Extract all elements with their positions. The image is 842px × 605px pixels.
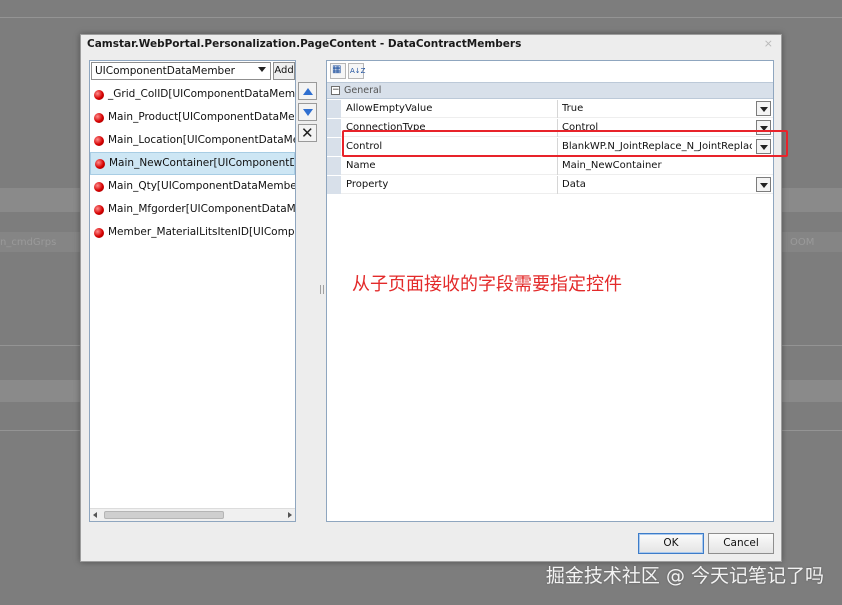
member-label: Main_Location[UIComponentDataMember]: [108, 134, 295, 146]
row-gutter: [327, 157, 341, 175]
property-row[interactable]: Property Data: [327, 176, 773, 194]
background-divider: [0, 17, 842, 18]
red-bullet-icon: [94, 228, 104, 238]
member-label: _Grid_ColID[UIComponentDataMember]: [108, 88, 295, 100]
splitter-grip[interactable]: ||: [319, 285, 325, 295]
data-contract-members-dialog: Camstar.WebPortal.Personalization.PageCo…: [80, 34, 782, 562]
add-member-button[interactable]: Add: [273, 62, 295, 80]
row-gutter: [327, 100, 341, 118]
background-ghost-text-left: n_cmdGrps: [0, 237, 57, 248]
property-row[interactable]: Name Main_NewContainer: [327, 157, 773, 175]
list-item[interactable]: Main_Qty[UIComponentDataMember]: [90, 175, 295, 198]
ok-button[interactable]: OK: [638, 533, 704, 554]
member-type-dropdown-value: UIComponentDataMember: [95, 65, 236, 77]
red-bullet-icon: [94, 113, 104, 123]
sort-alpha-icon: A↓Z: [350, 67, 366, 75]
property-grid-toolbar: ▦ A↓Z: [327, 61, 773, 81]
collapse-icon[interactable]: −: [331, 86, 340, 95]
list-item[interactable]: Main_Mfgorder[UIComponentDataMember]: [90, 198, 295, 221]
row-gutter: [327, 176, 341, 194]
category-general[interactable]: − General: [327, 82, 773, 99]
row-gutter: [327, 138, 341, 156]
arrow-up-icon: [303, 88, 313, 95]
chevron-down-icon[interactable]: [756, 177, 771, 192]
chevron-down-icon: [258, 67, 266, 72]
watermark: 掘金技术社区 @ 今天记笔记了吗: [545, 565, 824, 587]
dialog-title: Camstar.WebPortal.Personalization.PageCo…: [87, 38, 522, 50]
close-icon[interactable]: ⨯: [764, 37, 773, 50]
annotation-text: 从子页面接收的字段需要指定控件: [352, 274, 622, 295]
column-divider: [557, 176, 558, 194]
scroll-left-icon[interactable]: [93, 512, 97, 518]
list-item[interactable]: _Grid_ColID[UIComponentDataMember]: [90, 83, 295, 106]
property-row[interactable]: AllowEmptyValue True: [327, 100, 773, 118]
list-item[interactable]: Member_MaterialLitsItenID[UIComponentDat…: [90, 221, 295, 244]
list-item[interactable]: Main_Product[UIComponentDataMember]: [90, 106, 295, 129]
column-divider: [557, 100, 558, 118]
list-item-selected[interactable]: Main_NewContainer[UIComponentDataMember]: [90, 152, 295, 175]
delete-icon: ✕: [301, 124, 314, 142]
control-highlight-box: [342, 130, 788, 157]
member-label: Main_Mfgorder[UIComponentDataMember]: [108, 203, 295, 215]
horizontal-scrollbar[interactable]: [90, 508, 295, 521]
scroll-right-icon[interactable]: [288, 512, 292, 518]
red-bullet-icon: [95, 159, 105, 169]
move-up-button[interactable]: [298, 82, 317, 100]
arrow-down-icon: [303, 109, 313, 116]
member-label: Member_MaterialLitsItenID[UIComponentDat…: [108, 226, 295, 238]
property-value[interactable]: Data: [562, 179, 752, 190]
red-bullet-icon: [94, 205, 104, 215]
cancel-button[interactable]: Cancel: [708, 533, 774, 554]
member-label: Main_NewContainer[UIComponentDataMember]: [109, 157, 295, 169]
categorized-view-button[interactable]: ▦: [330, 63, 346, 79]
member-label: Main_Product[UIComponentDataMember]: [108, 111, 295, 123]
alphabetical-view-button[interactable]: A↓Z: [348, 63, 366, 79]
red-bullet-icon: [94, 136, 104, 146]
scrollbar-thumb[interactable]: [104, 511, 224, 519]
property-value[interactable]: True: [562, 103, 752, 114]
list-item[interactable]: Main_Location[UIComponentDataMember]: [90, 129, 295, 152]
property-name: Name: [346, 160, 376, 171]
column-divider: [557, 157, 558, 175]
delete-member-button[interactable]: ✕: [298, 124, 317, 142]
red-bullet-icon: [94, 90, 104, 100]
property-name: Property: [346, 179, 389, 190]
category-label: General: [344, 85, 382, 96]
property-name: AllowEmptyValue: [346, 103, 433, 114]
member-list: _Grid_ColID[UIComponentDataMember] Main_…: [90, 83, 296, 244]
categorized-icon: ▦: [332, 64, 342, 75]
row-gutter: [327, 119, 341, 137]
property-value[interactable]: Main_NewContainer: [562, 160, 752, 171]
red-bullet-icon: [94, 182, 104, 192]
member-label: Main_Qty[UIComponentDataMember]: [108, 180, 295, 192]
member-type-dropdown[interactable]: UIComponentDataMember: [91, 62, 271, 80]
chevron-down-icon[interactable]: [756, 101, 771, 116]
background-ghost-text-right: OOM: [790, 237, 815, 248]
move-down-button[interactable]: [298, 103, 317, 121]
